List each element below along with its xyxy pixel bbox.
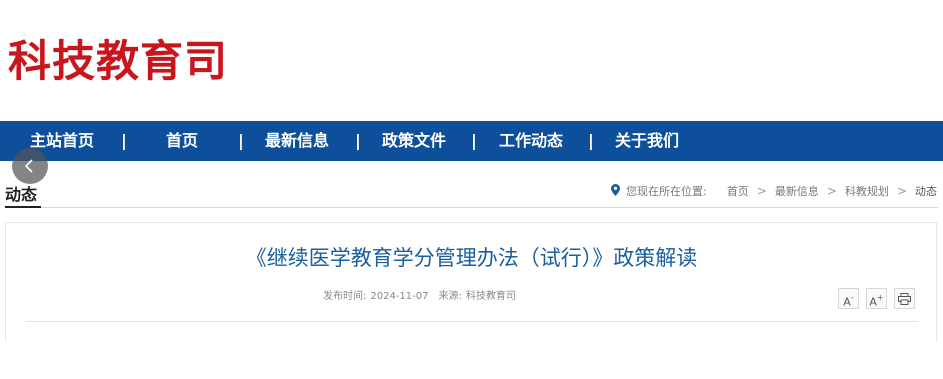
article-panel [5,222,937,342]
breadcrumb-prefix: 您现在所在位置: [626,185,707,198]
print-icon [898,293,911,305]
nav-item-about-us[interactable]: 关于我们 [615,121,679,161]
site-title: 科技教育司 [8,37,228,87]
source-value: 科技教育司 [465,291,516,302]
nav-separator: | [588,131,594,150]
nav-separator: | [121,131,127,150]
nav-item-work-news[interactable]: 工作动态 [499,121,563,161]
chevron-left-icon [24,159,33,173]
section-title-underline [5,206,41,208]
main-navbar: 主站首页 | 首页 | 最新信息 | 政策文件 | 工作动态 | 关于我们 [0,121,943,161]
breadcrumb-home[interactable]: 首页 [727,183,749,199]
print-button[interactable] [894,288,915,309]
article-title: 《继续医学教育学分管理办法（试行）》政策解读 [245,246,698,270]
breadcrumb-separator: > [896,184,907,198]
nav-item-latest-info[interactable]: 最新信息 [265,121,329,161]
page: 科技教育司 主站首页 | 首页 | 最新信息 | 政策文件 | 工作动态 | 关… [0,0,943,379]
font-decrease-button[interactable]: A- [838,288,859,309]
article-meta: 发布时间: 2024-11-07 来源: 科技教育司 [323,290,526,304]
breadcrumb-separator: > [826,184,837,198]
font-increase-button[interactable]: A+ [866,288,887,309]
breadcrumb: 您现在所在位置: > 首页 > 最新信息 > 科教规划 > 动态 [611,182,937,200]
nav-item-home[interactable]: 首页 [166,121,198,161]
location-pin-icon [611,183,621,199]
breadcrumb-current: 动态 [915,185,937,198]
section-title: 动态 [5,185,38,204]
nav-separator: | [355,131,361,150]
article-meta-divider [26,321,918,322]
breadcrumb-separator: > [756,184,767,198]
nav-item-policy-documents[interactable]: 政策文件 [382,121,446,161]
breadcrumb-science-education-planning[interactable]: 科教规划 [845,183,889,199]
publish-date-label: 发布时间: [323,291,367,302]
back-button[interactable] [12,148,48,184]
nav-separator: | [238,131,244,150]
breadcrumb-latest-info[interactable]: 最新信息 [775,183,819,199]
nav-separator: | [471,131,477,150]
section-divider [5,207,938,208]
publish-date: 2024-11-07 [370,291,429,302]
source-label: 来源: [438,291,462,302]
